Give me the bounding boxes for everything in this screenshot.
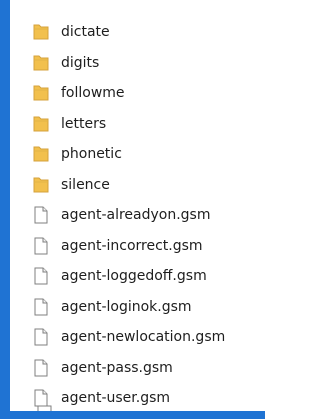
list-item-file[interactable]: agent-alreadyon.gsm [32, 200, 252, 231]
folder-icon [32, 175, 50, 195]
file-name: agent-loginok.gsm [61, 298, 192, 315]
file-list-window: dictate digits followme letters phonetic… [0, 0, 265, 419]
list-item-file[interactable]: agent-loginok.gsm [32, 292, 252, 323]
list-item-file[interactable]: agent-incorrect.gsm [32, 231, 252, 262]
file-list: dictate digits followme letters phonetic… [32, 17, 252, 414]
list-item-file[interactable]: agent-loggedoff.gsm [32, 261, 252, 292]
folder-icon [32, 83, 50, 103]
list-item-file[interactable]: agent-newlocation.gsm [32, 322, 252, 353]
file-icon [32, 358, 50, 378]
file-icon [32, 327, 50, 347]
folder-icon [32, 144, 50, 164]
list-item-folder[interactable]: silence [32, 170, 252, 201]
window-bottom-border [0, 411, 265, 419]
file-name: followme [61, 85, 125, 102]
file-name: agent-user.gsm [61, 390, 171, 407]
folder-icon [32, 114, 50, 134]
window-left-border [0, 0, 10, 419]
list-item-folder[interactable]: letters [32, 109, 252, 140]
file-name: silence [61, 176, 110, 193]
file-name: agent-loggedoff.gsm [61, 268, 207, 285]
file-name: phonetic [61, 146, 122, 163]
list-item-file[interactable]: agent-user.gsm [32, 383, 252, 414]
file-icon [32, 297, 50, 317]
list-item-folder[interactable]: phonetic [32, 139, 252, 170]
file-icon [32, 266, 50, 286]
file-name: agent-newlocation.gsm [61, 329, 226, 346]
file-name: agent-incorrect.gsm [61, 237, 203, 254]
folder-icon [32, 22, 50, 42]
file-icon [32, 205, 50, 225]
file-name: dictate [61, 24, 110, 41]
folder-icon [32, 53, 50, 73]
list-item-folder[interactable]: dictate [32, 17, 252, 48]
list-item-folder[interactable]: digits [32, 48, 252, 79]
file-name: agent-pass.gsm [61, 359, 173, 376]
list-item-file[interactable]: agent-pass.gsm [32, 353, 252, 384]
file-name: letters [61, 115, 107, 132]
file-icon [32, 236, 50, 256]
list-item-folder[interactable]: followme [32, 78, 252, 109]
file-name: agent-alreadyon.gsm [61, 207, 211, 224]
file-name: digits [61, 54, 100, 71]
